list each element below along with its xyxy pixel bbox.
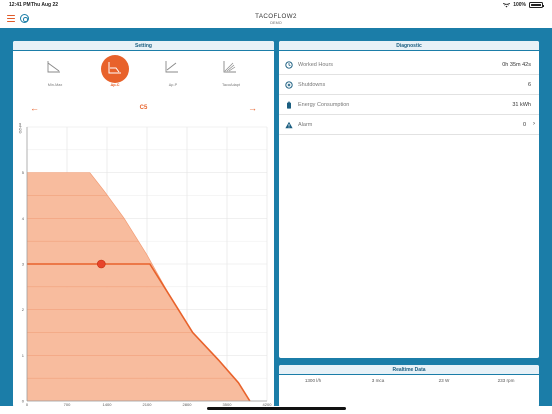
arrow-right-icon[interactable]: → [248,104,257,113]
diag-value: 0 [522,122,526,128]
diag-label: Shutdowns [298,82,326,88]
realtime-flow: 1300 l/h [304,378,322,383]
app-header: TACOFLOW2 DEMO [0,10,552,28]
realtime-head: 3 mca [371,378,385,383]
shutdown-icon [285,81,293,89]
dp-c-icon [108,62,121,74]
setpoint-label: C5 [139,105,148,111]
diag-label: Worked Hours [298,62,334,68]
diag-value: 0h 35m 42s [502,62,531,68]
x-tick-label: 1400 [103,402,113,407]
status-date: Thu Aug 22 [31,2,59,8]
setpoint-nav: ← C5 → [13,103,274,115]
mode-dp-p[interactable]: Δp-P [151,55,195,91]
diag-label: Energy Consumption [298,102,350,108]
battery-icon [287,101,291,109]
alarm-icon [285,121,293,129]
status-time: 12:41 PM [9,2,31,8]
status-bar: 12:41 PM Thu Aug 22 100% [0,0,552,10]
x-tick-label: 700 [64,402,71,407]
mode-taco-adapt[interactable]: TacoAdapt [209,55,253,91]
x-tick-label: 2800 [183,402,193,407]
realtime-values: 1300 l/h 3 mca 23 W 233 rpm [279,378,539,388]
pump-curve-chart[interactable]: 012345070014002100280035004200mH2Ol/h [13,119,274,407]
main-area: Setting Min-Max Δp-C Δp-P TacoAdapt ← C5… [0,28,552,407]
diagnostic-title: Diagnostic [279,41,539,51]
diag-value: 6 [527,82,531,88]
y-tick-label: 1 [22,353,25,358]
diagnostic-panel: Diagnostic Worked Hours 0h 35m 42s Shutd… [279,41,539,358]
diag-row-shutdowns: Shutdowns 6 [279,75,539,95]
x-tick-label: 2100 [143,402,153,407]
diag-label: Alarm [298,122,313,128]
chevron-right-icon[interactable]: › [533,121,535,127]
dp-p-icon [165,61,178,73]
setting-panel: Setting Min-Max Δp-C Δp-P TacoAdapt ← C5… [13,41,274,407]
mode-dp-c[interactable]: Δp-C [93,55,137,91]
app-subtitle: DEMO [270,20,282,25]
mode-label: Δp-P [168,83,178,87]
mode-min-max[interactable]: Min-Max [33,55,77,91]
home-indicator [207,407,346,410]
diag-row-alarm[interactable]: Alarm 0 › [279,115,539,135]
y-axis-label: mH2O [18,123,22,134]
realtime-panel: Realtime Data 1300 l/h 3 mca 23 W 233 rp… [279,365,539,407]
mode-label: Min-Max [47,83,63,87]
realtime-power: 23 W [438,378,450,383]
realtime-title: Realtime Data [279,365,539,375]
app-title: TACOFLOW2 [255,13,297,20]
taco-adapt-icon [223,61,236,73]
y-tick-label: 0 [22,399,25,404]
operating-point [96,259,106,269]
diag-row-worked-hours: Worked Hours 0h 35m 42s [279,55,539,75]
mode-selector: Min-Max Δp-C Δp-P TacoAdapt [13,55,274,91]
diag-value: 31 kWh [512,102,531,108]
status-right: 100% [503,2,544,8]
min-max-icon [47,61,60,73]
realtime-speed: 233 rpm [497,378,515,383]
y-tick-label: 4 [22,216,25,221]
clock-icon [285,61,293,69]
x-tick-label: 0 [26,402,29,407]
mode-label: TacoAdapt [222,83,240,87]
mode-label: Δp-C [110,83,120,87]
battery-percent: 100% [513,2,526,8]
setting-title: Setting [13,41,274,51]
diag-row-energy: Energy Consumption 31 kWh [279,95,539,115]
y-tick-label: 2 [22,307,25,312]
y-tick-label: 3 [22,262,25,267]
battery-icon [529,2,544,8]
wifi-icon [503,2,511,7]
y-tick-label: 5 [22,170,25,175]
